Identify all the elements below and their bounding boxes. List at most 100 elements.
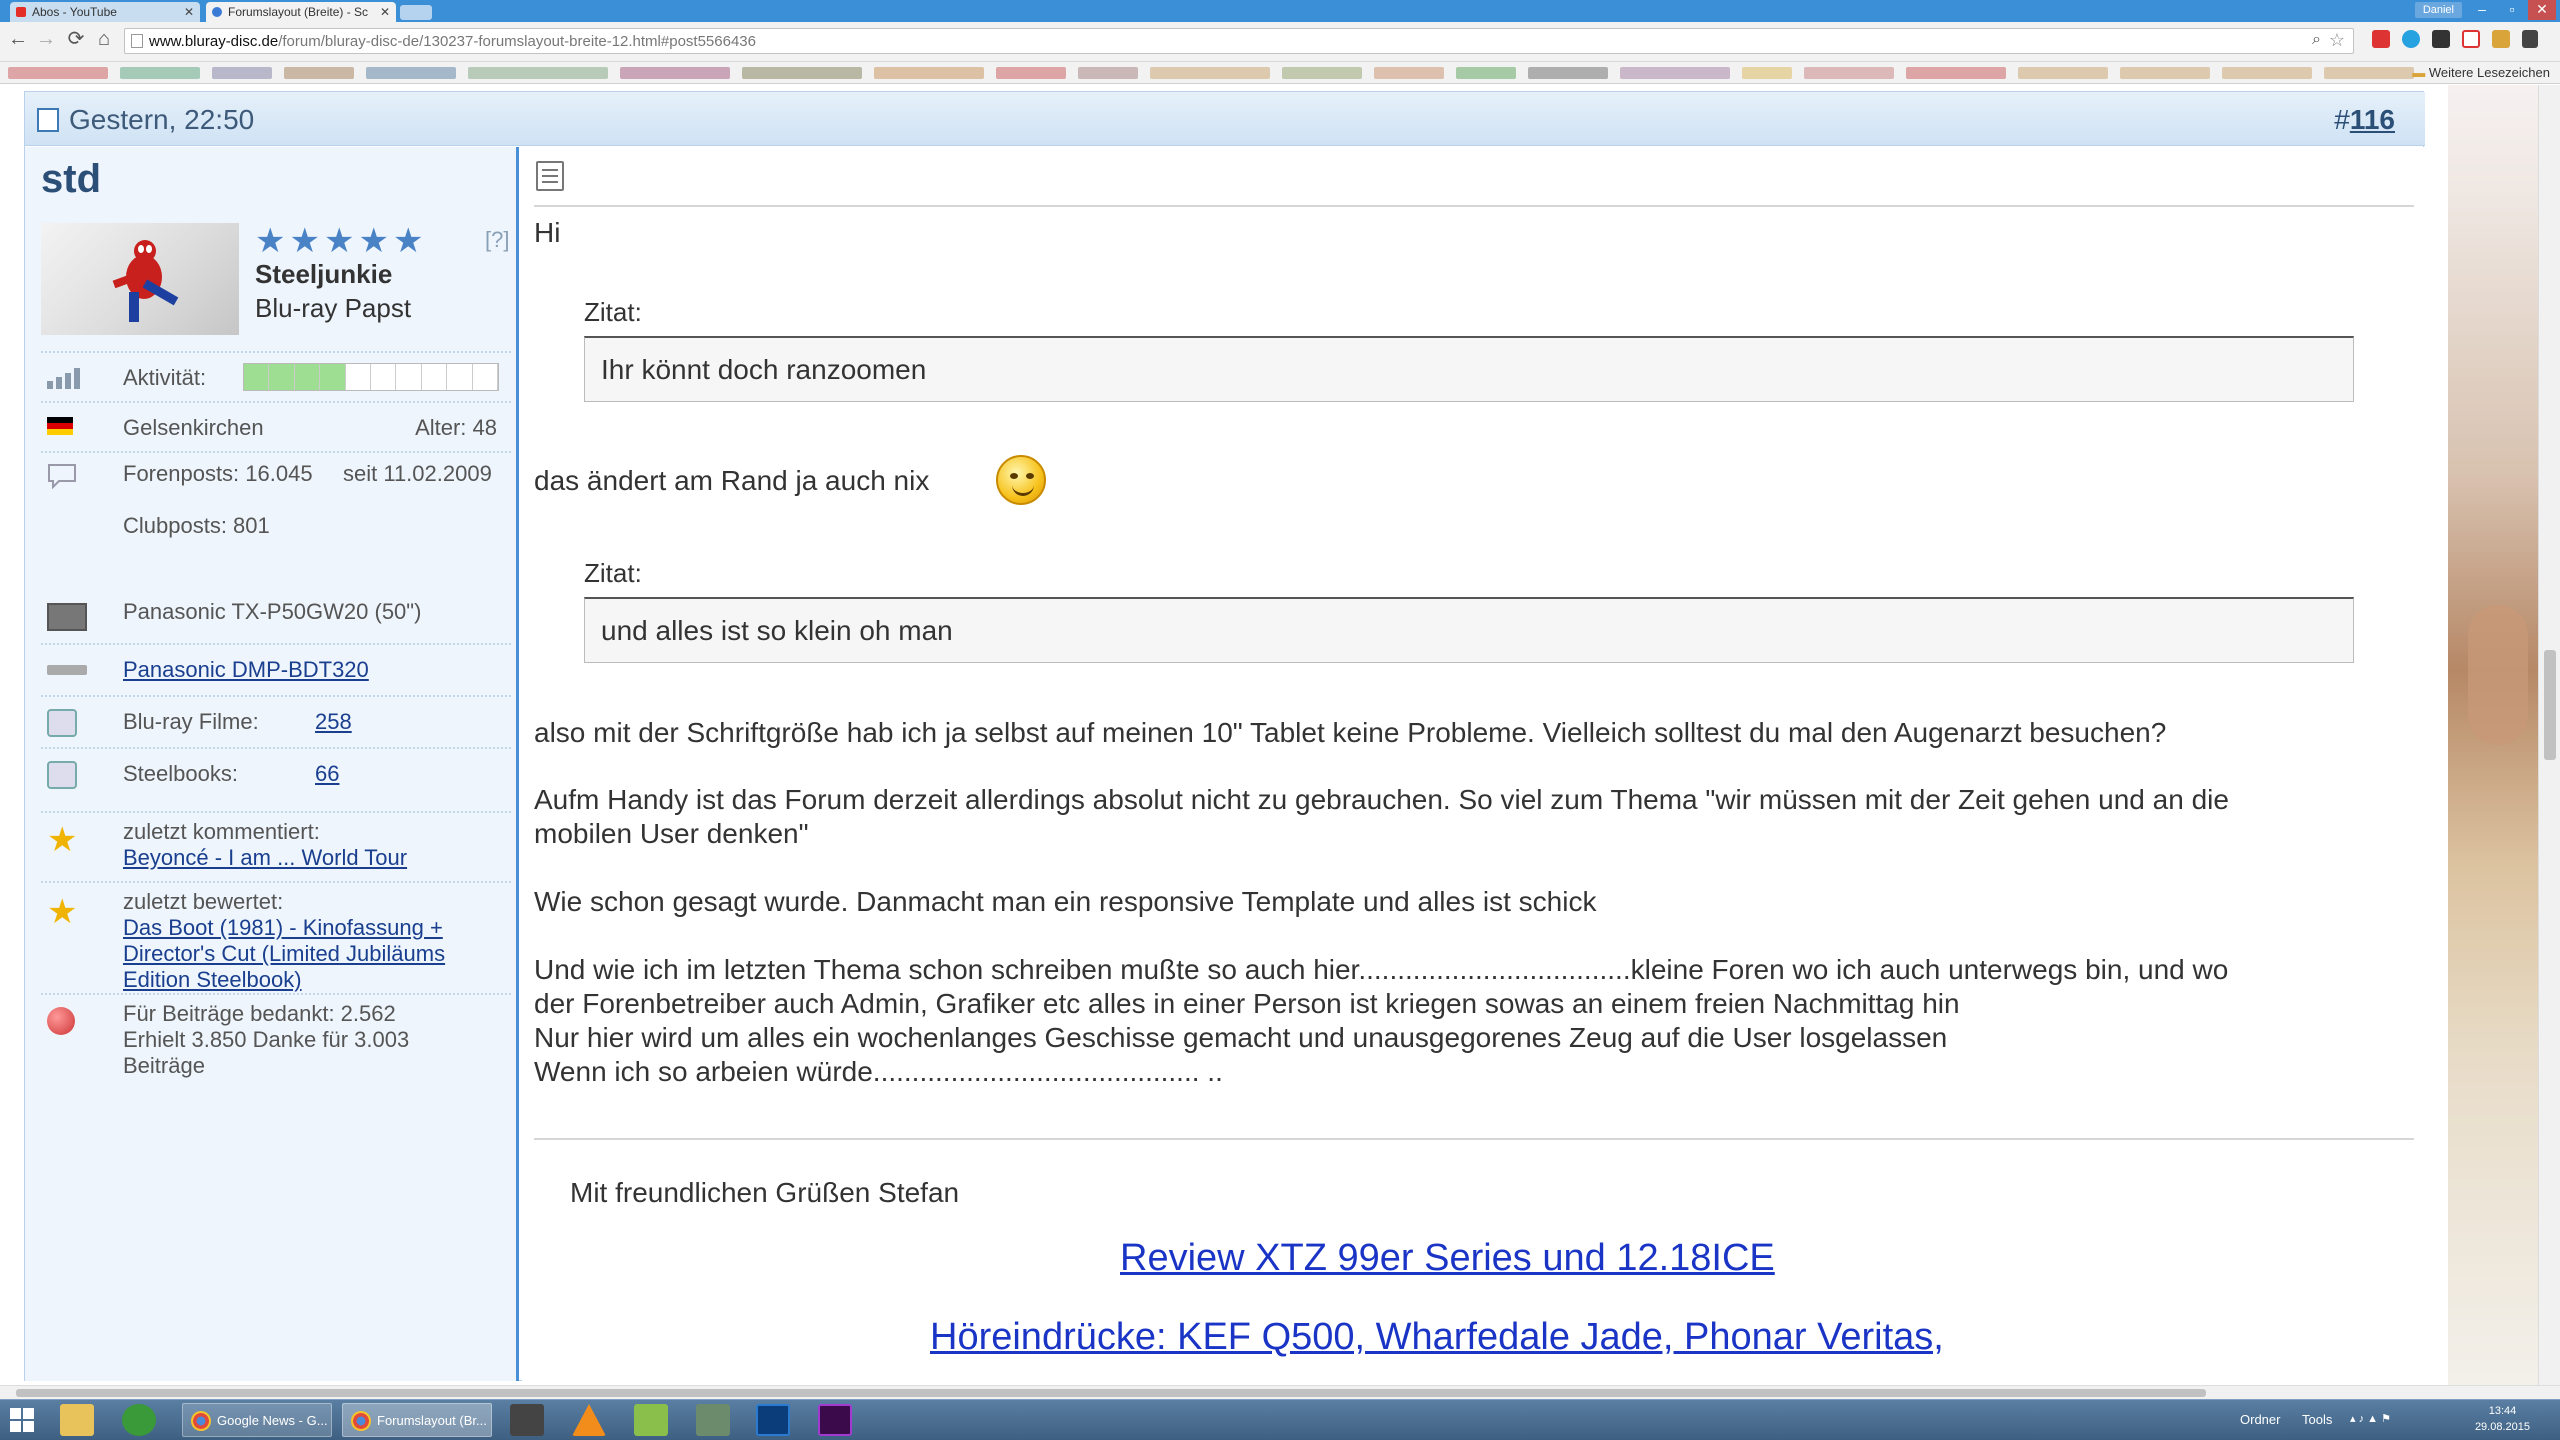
calendar-icon[interactable] <box>510 1404 544 1436</box>
bookmark-item[interactable] <box>2018 67 2108 79</box>
last-commented-link[interactable]: Beyoncé - I am ... World Tour <box>123 845 407 871</box>
taskbar-task-active[interactable]: Forumslayout (Br... <box>342 1403 492 1437</box>
bookmark-item[interactable] <box>1906 67 2006 79</box>
restore-button[interactable]: ▫ <box>2498 0 2526 20</box>
signature-link-impressions[interactable]: Höreindrücke: KEF Q500, Wharfedale Jade,… <box>930 1316 1944 1359</box>
scrollbar-thumb[interactable] <box>16 1389 2206 1397</box>
zoom-icon[interactable]: ⌕ <box>2312 31 2321 49</box>
forum-posts: Forenposts: 16.045 <box>123 461 313 486</box>
signature-link-review[interactable]: Review XTZ 99er Series und 12.18ICE <box>1120 1237 1775 1280</box>
thanks-received: Erhielt 3.850 Danke für 3.003 <box>123 1027 410 1052</box>
user-age: Alter: 48 <box>415 415 497 440</box>
post-icon <box>536 161 564 191</box>
steelbooks-count-link[interactable]: 66 <box>315 761 339 787</box>
last-rated-label: zuletzt bewertet: <box>123 889 284 914</box>
extension-icon[interactable] <box>2432 30 2450 48</box>
reload-button[interactable]: ⟳ <box>64 28 88 52</box>
photoshop-icon[interactable] <box>756 1404 790 1436</box>
bookmark-item[interactable] <box>1150 67 1270 79</box>
system-clock[interactable]: 13:44 29.08.2015 <box>2475 1403 2530 1435</box>
bookmark-item[interactable] <box>1456 67 1516 79</box>
file-explorer-icon[interactable] <box>60 1404 94 1436</box>
thanks-given: Für Beiträge bedankt: 2.562 <box>123 1001 396 1026</box>
close-tab-icon[interactable]: ✕ <box>184 2 194 22</box>
horizontal-scrollbar[interactable] <box>0 1385 2560 1399</box>
bookmark-item[interactable] <box>8 67 108 79</box>
post-number[interactable]: #116 <box>2334 104 2395 136</box>
steelbooks-label: Steelbooks: <box>123 761 238 786</box>
player-row: Panasonic DMP-BDT320 <box>41 643 511 695</box>
bluray-count-link[interactable]: 258 <box>315 709 352 735</box>
bookmark-item[interactable] <box>996 67 1066 79</box>
tab-youtube[interactable]: Abos - YouTube ✕ <box>10 2 200 22</box>
bookmark-item[interactable] <box>1078 67 1138 79</box>
bookmark-item[interactable] <box>742 67 862 79</box>
profile-button[interactable]: Daniel <box>2414 2 2462 18</box>
minimize-button[interactable]: – <box>2468 0 2496 20</box>
url-text[interactable]: www.bluray-disc.de/forum/bluray-disc-de/… <box>149 33 756 50</box>
bookmark-item[interactable] <box>366 67 456 79</box>
bookmark-item[interactable] <box>1620 67 1730 79</box>
bookmark-item[interactable] <box>120 67 200 79</box>
close-window-button[interactable]: ✕ <box>2528 0 2556 20</box>
extension-adblock-icon[interactable] <box>2372 30 2390 48</box>
tray-icons[interactable]: ▴ ♪ ▲ ⚑ <box>2350 1412 2391 1425</box>
username[interactable]: std <box>41 157 101 202</box>
bookmark-item[interactable] <box>2222 67 2312 79</box>
bookmark-item[interactable] <box>1804 67 1894 79</box>
back-button[interactable]: ← <box>6 28 30 52</box>
vertical-scrollbar[interactable] <box>2538 85 2560 1385</box>
home-button[interactable]: ⌂ <box>92 28 116 52</box>
address-bar[interactable]: www.bluray-disc.de/forum/bluray-disc-de/… <box>124 28 2354 54</box>
tray-folder-toolbar[interactable]: Ordner <box>2240 1412 2280 1427</box>
avatar[interactable] <box>41 223 239 335</box>
scrollbar-thumb[interactable] <box>2544 650 2556 760</box>
bookmark-item[interactable] <box>2120 67 2210 79</box>
vlc-icon[interactable] <box>572 1404 606 1436</box>
last-rated-link-line[interactable]: Edition Steelbook) <box>123 967 302 993</box>
bookmark-item[interactable] <box>1374 67 1444 79</box>
divider <box>534 205 2414 207</box>
bookmark-item[interactable] <box>468 67 608 79</box>
bookmark-item[interactable] <box>1282 67 1362 79</box>
bookmark-item[interactable] <box>1528 67 1608 79</box>
bookmark-star-icon[interactable]: ☆ <box>2329 30 2345 51</box>
app-icon[interactable] <box>122 1404 156 1436</box>
tray-tools-toolbar[interactable]: Tools <box>2302 1412 2332 1427</box>
bookmark-item[interactable] <box>284 67 354 79</box>
app-icon[interactable] <box>696 1404 730 1436</box>
user-player-link[interactable]: Panasonic DMP-BDT320 <box>123 657 369 683</box>
bookmark-item[interactable] <box>2324 67 2414 79</box>
bookmark-item[interactable] <box>874 67 984 79</box>
star-comment-icon: ★ <box>47 821 78 859</box>
user-rank-subtitle: Blu-ray Papst <box>255 293 412 323</box>
close-tab-icon[interactable]: ✕ <box>380 2 390 22</box>
extension-skype-icon[interactable] <box>2402 30 2420 48</box>
menu-icon[interactable] <box>2522 30 2538 48</box>
tab-forumslayout[interactable]: Forumslayout (Breite) - Sc ✕ <box>206 2 396 22</box>
new-tab-button[interactable] <box>400 5 432 20</box>
extension-icon[interactable] <box>2492 30 2510 48</box>
rating-help-link[interactable]: [?] <box>485 227 509 253</box>
start-button[interactable] <box>10 1408 36 1434</box>
last-rated-link-line[interactable]: Das Boot (1981) - Kinofassung + <box>123 915 443 941</box>
thanks-row: Für Beiträge bedankt: 2.562 Erhielt 3.85… <box>41 993 511 1093</box>
gmail-icon[interactable] <box>2462 30 2480 48</box>
last-rated-link-line[interactable]: Director's Cut (Limited Jubiläums <box>123 941 445 967</box>
bookmark-item[interactable] <box>620 67 730 79</box>
quote-box: Ihr könnt doch ranzoomen <box>584 336 2354 402</box>
post-permalink[interactable]: 116 <box>2350 104 2395 135</box>
bookmark-item[interactable] <box>212 67 272 79</box>
quote-text: Ihr könnt doch ranzoomen <box>601 354 927 385</box>
taskbar-task[interactable]: Google News - G... <box>182 1403 332 1437</box>
forward-button[interactable]: → <box>34 28 58 52</box>
last-rated-row: ★ zuletzt bewertet: Das Boot (1981) - Ki… <box>41 881 511 993</box>
posts-row: Forenposts: 16.045 seit 11.02.2009 Clubp… <box>41 451 511 538</box>
activity-row: Aktivität: <box>41 351 511 399</box>
star-icon: ★ <box>392 222 424 260</box>
premiere-icon[interactable] <box>818 1404 852 1436</box>
app-icon[interactable] <box>634 1404 668 1436</box>
more-bookmarks-folder[interactable]: ▬ Weitere Lesezeichen <box>2412 65 2550 80</box>
user-location: Gelsenkirchen <box>123 415 264 440</box>
bookmark-item[interactable] <box>1742 67 1792 79</box>
